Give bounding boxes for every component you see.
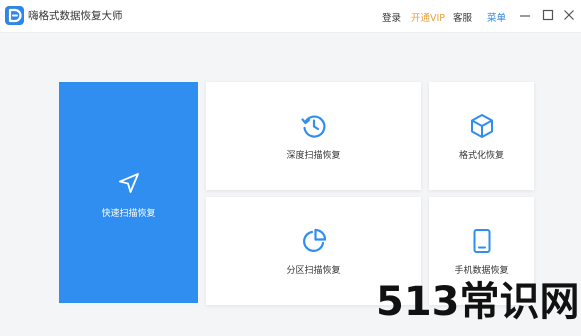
title-bar: 嗨格式数据恢复大师 登录 开通VIP 客服 菜单 [0, 0, 581, 33]
quick-scan-recovery-label: 快速扫描恢复 [101, 209, 156, 219]
navigation-arrow-icon [116, 170, 142, 200]
deep-scan-recovery-tile[interactable]: 深度扫描恢复 [206, 82, 421, 190]
watermark-text: 513常识网 [376, 279, 580, 325]
partition-scan-recovery-label: 分区扫描恢复 [286, 266, 341, 276]
history-clock-icon [300, 112, 328, 144]
quick-scan-recovery-tile[interactable]: 快速扫描恢复 [59, 82, 198, 303]
phone-data-recovery-label: 手机数据恢复 [454, 266, 509, 276]
format-recovery-tile[interactable]: 格式化恢复 [429, 82, 534, 190]
pie-chart-icon [300, 227, 328, 259]
vip-link[interactable]: 开通VIP [411, 10, 445, 24]
app-logo-icon [5, 6, 24, 25]
app-title: 嗨格式数据恢复大师 [28, 10, 123, 22]
cube-icon [468, 112, 496, 144]
customer-service-link[interactable]: 客服 [453, 10, 472, 24]
format-recovery-label: 格式化恢复 [458, 151, 504, 161]
close-icon[interactable] [562, 7, 576, 21]
minimize-icon[interactable] [518, 7, 532, 21]
login-link[interactable]: 登录 [382, 10, 401, 24]
maximize-icon[interactable] [541, 7, 555, 21]
deep-scan-recovery-label: 深度扫描恢复 [286, 151, 341, 161]
tablet-icon [468, 227, 496, 259]
menu-link[interactable]: 菜单 [487, 10, 506, 24]
